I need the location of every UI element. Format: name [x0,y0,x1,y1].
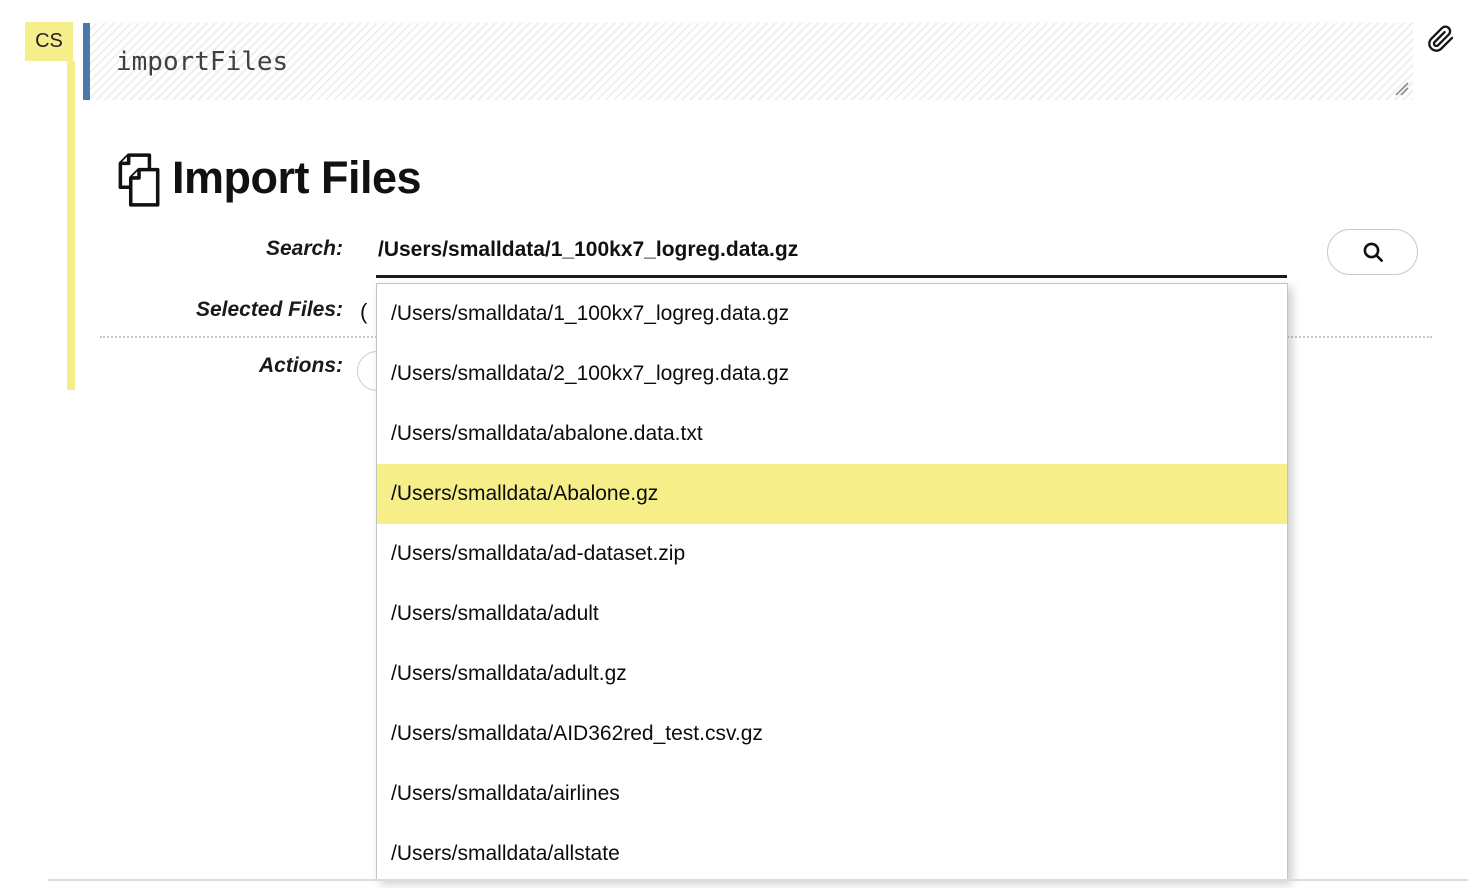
h2o-flow-import-files-screen: CS importFiles Import Files Search: [0,0,1468,888]
file-option-label: /Users/smalldata/Abalone.gz [391,482,658,506]
cell-selection-bar [67,61,75,390]
search-icon [1361,240,1385,264]
file-option-label: /Users/smalldata/abalone.data.txt [391,422,703,446]
code-input-cell[interactable]: importFiles [83,23,1413,100]
file-option[interactable]: /Users/smalldata/adult [377,584,1287,644]
cell-type-badge[interactable]: CS [25,22,73,61]
page-title: Import Files [172,152,421,204]
file-option[interactable]: /Users/smalldata/1_100kx7_logreg.data.gz [377,284,1287,344]
file-option-label: /Users/smalldata/2_100kx7_logreg.data.gz [391,362,789,386]
file-option-label: /Users/smalldata/airlines [391,782,620,806]
file-option-label: /Users/smalldata/1_100kx7_logreg.data.gz [391,302,789,326]
actions-label: Actions: [60,354,343,378]
file-option[interactable]: /Users/smalldata/AID362red_test.csv.gz [377,704,1287,764]
file-option[interactable]: /Users/smalldata/Abalone.gz [377,464,1287,524]
file-option[interactable]: /Users/smalldata/adult.gz [377,644,1287,704]
file-option-label: /Users/smalldata/ad-dataset.zip [391,542,685,566]
file-option-label: /Users/smalldata/adult [391,602,599,626]
file-option[interactable]: /Users/smalldata/airlines [377,764,1287,824]
search-input[interactable] [376,230,1287,278]
file-option-label: /Users/smalldata/AID362red_test.csv.gz [391,722,763,746]
code-text: importFiles [116,47,288,77]
file-option[interactable]: /Users/smalldata/allstate [377,824,1287,880]
file-option-label: /Users/smalldata/adult.gz [391,662,627,686]
file-option-label: /Users/smalldata/allstate [391,842,620,866]
copy-files-icon [112,152,164,208]
cell-bottom-divider [48,879,1468,881]
file-option[interactable]: /Users/smalldata/ad-dataset.zip [377,524,1287,584]
file-option[interactable]: /Users/smalldata/2_100kx7_logreg.data.gz [377,344,1287,404]
selected-files-label: Selected Files: [60,298,343,322]
file-suggestions-dropdown: /Users/smalldata/1_100kx7_logreg.data.gz… [376,283,1288,880]
search-button[interactable] [1327,229,1418,275]
resize-grip-icon[interactable] [1395,82,1409,96]
paperclip-icon[interactable] [1427,24,1455,54]
search-label: Search: [60,237,343,261]
selected-files-open-paren: ( [360,299,367,325]
file-option[interactable]: /Users/smalldata/abalone.data.txt [377,404,1287,464]
